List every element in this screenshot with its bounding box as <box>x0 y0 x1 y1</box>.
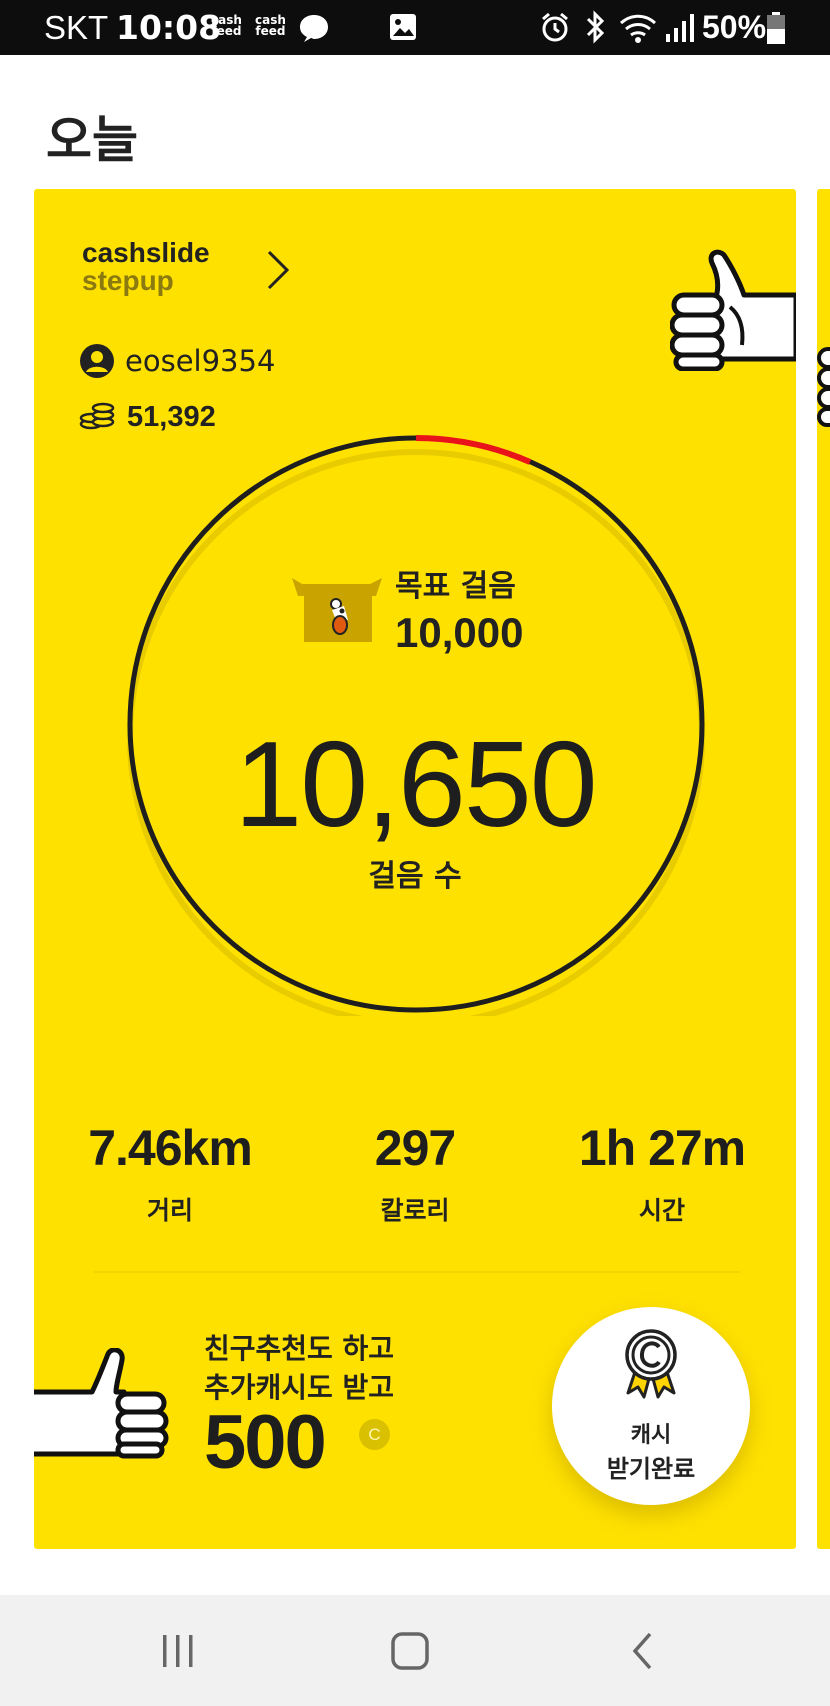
coin-balance: 51,392 <box>79 399 216 435</box>
battery-icon <box>767 12 785 44</box>
brand-name: cashslide <box>82 237 210 268</box>
user-info: eosel9354 <box>79 343 275 379</box>
medal-icon <box>625 1329 677 1399</box>
reward-status: 받기완료 <box>606 1455 696 1483</box>
cash-feed-icon: cash feed <box>211 13 242 38</box>
stat-value: 1h 27m <box>578 1120 746 1176</box>
coin-icon: C <box>359 1419 390 1450</box>
promo-amount[interactable]: 500 <box>204 1399 327 1486</box>
signal-icon <box>666 14 694 42</box>
mascot-icon <box>292 578 382 642</box>
stat-value: 297 <box>374 1120 456 1176</box>
divider <box>94 1271 740 1273</box>
cash-claim-button[interactable]: 캐시 받기완료 <box>552 1307 750 1505</box>
back-icon[interactable] <box>630 1631 656 1671</box>
clock: 10:08 <box>116 8 222 47</box>
thumbs-up-icon <box>34 1348 169 1459</box>
next-card-peek[interactable] <box>817 189 830 1549</box>
alarm-icon <box>542 12 568 42</box>
bluetooth-icon <box>586 10 605 44</box>
stat-time: 1h 27m 시간 <box>547 1119 777 1227</box>
stat-label: 거리 <box>146 1196 193 1225</box>
promo-text: 친구추천도 하고 <box>204 1332 395 1365</box>
coin-amount: 51,392 <box>127 400 216 433</box>
chevron-right-icon[interactable] <box>266 249 290 291</box>
stat-value: 7.46km <box>88 1120 253 1176</box>
username: eosel9354 <box>125 344 276 378</box>
cash-feed-icon: cash feed <box>255 13 286 38</box>
brand-logo[interactable]: cashslide stepup <box>82 239 210 295</box>
thumbs-up-icon <box>817 347 830 427</box>
system-nav-bar <box>0 1595 830 1706</box>
recent-apps-icon[interactable] <box>160 1631 196 1671</box>
stat-calories: 297 칼로리 <box>300 1119 530 1227</box>
home-icon[interactable] <box>390 1631 432 1671</box>
brand-sub: stepup <box>82 265 174 296</box>
coin-stack-icon <box>79 402 115 430</box>
step-count: 10,650 <box>234 716 597 852</box>
thumbs-up-icon <box>670 249 796 371</box>
step-count-label: 걸음 수 <box>368 859 462 894</box>
chat-bubble-icon <box>300 15 328 42</box>
avatar-icon <box>80 344 114 378</box>
stat-distance: 7.46km 거리 <box>55 1119 285 1227</box>
goal-value: 10,000 <box>395 609 524 656</box>
status-bar: SKT 10:08 cash feed cash feed 50% <box>0 0 830 55</box>
page-title: 오늘 <box>46 111 138 169</box>
image-icon <box>390 14 416 40</box>
carrier-label: SKT <box>44 9 109 46</box>
stat-label: 칼로리 <box>380 1196 450 1225</box>
step-card: cashslide stepup eosel9354 51,392 목표 걸음 … <box>34 189 796 1549</box>
reward-label: 캐시 <box>630 1423 672 1448</box>
stat-label: 시간 <box>638 1196 685 1225</box>
battery-percent: 50% <box>702 9 767 45</box>
goal-label: 목표 걸음 <box>395 569 516 604</box>
wifi-icon <box>619 14 657 43</box>
